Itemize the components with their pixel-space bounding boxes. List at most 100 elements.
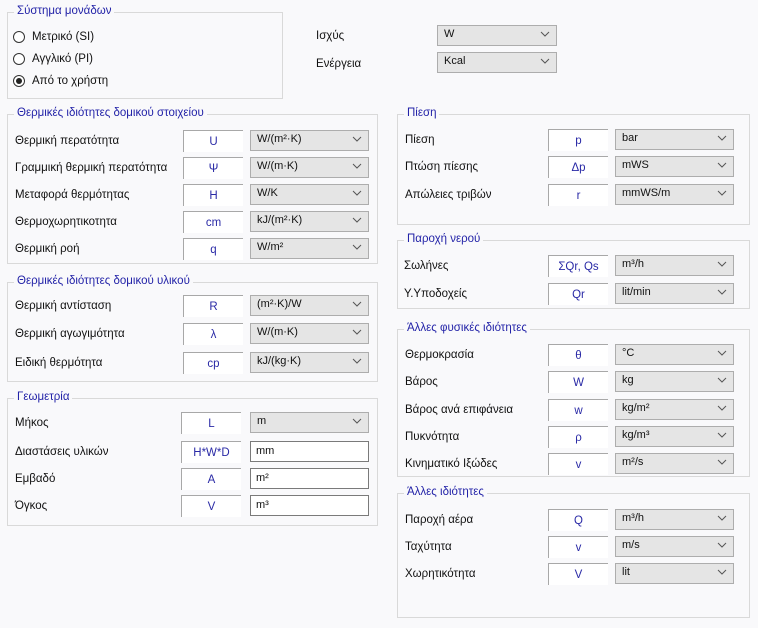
unit-value: kg/m³ — [622, 429, 650, 441]
chevron-down-icon — [717, 432, 727, 438]
unit-value: W/(m·K) — [257, 160, 298, 172]
unit-select[interactable]: m³/h — [615, 509, 734, 530]
unit-value: mm — [256, 445, 275, 457]
chevron-down-icon — [717, 542, 727, 548]
group-title: Πίεση — [404, 107, 440, 119]
energy-unit-select[interactable]: Kcal — [437, 52, 557, 73]
unit-value: W/(m·K) — [257, 326, 298, 338]
symbol-field: H*W*D — [181, 441, 241, 463]
unit-select[interactable]: W/m² — [250, 238, 369, 259]
symbol-field: R — [183, 295, 243, 317]
field-label: Διαστάσεις υλικών — [15, 446, 109, 458]
field-label: Πίεση — [405, 134, 435, 146]
unit-select[interactable]: bar — [615, 129, 734, 150]
unit-select[interactable]: kg/m² — [615, 399, 734, 420]
unit-value: W/(m²·K) — [257, 133, 302, 145]
unit-value: lit/min — [622, 286, 651, 298]
field-label: Ταχύτητα — [405, 541, 452, 553]
symbol-field: U — [183, 130, 243, 152]
unit-select[interactable]: (m²·K)/W — [250, 295, 369, 316]
unit-value: kJ/(kg·K) — [257, 355, 301, 367]
unit-select[interactable]: W/(m·K) — [250, 323, 369, 344]
unit-select[interactable]: mWS — [615, 156, 734, 177]
field-label: Απώλειες τριβών — [405, 189, 492, 201]
field-label: Όγκος — [15, 500, 48, 512]
chevron-down-icon — [717, 135, 727, 141]
field-label: Παροχή αέρα — [405, 514, 474, 526]
unit-textbox[interactable]: m² — [250, 468, 369, 489]
field-label: Πυκνότητα — [405, 431, 460, 443]
unit-select[interactable]: m³/h — [615, 255, 734, 276]
radio-label: Από το χρήστη — [32, 75, 109, 87]
power-label: Ισχύς — [316, 30, 345, 42]
field-label: Βάρος ανά επιφάνεια — [405, 404, 514, 416]
unit-value: bar — [622, 132, 638, 144]
symbol-field: A — [181, 468, 241, 490]
field-label: Υ.Υποδοχείς — [404, 288, 467, 300]
unit-select[interactable]: lit — [615, 563, 734, 584]
group-title: Θερμικές ιδιότητες δομικού στοιχείου — [14, 107, 207, 119]
unit-select[interactable]: kJ/(m²·K) — [250, 211, 369, 232]
radio-circle-icon[interactable] — [13, 75, 25, 87]
unit-value: m³ — [256, 499, 269, 511]
field-label: Σωλήνες — [404, 260, 449, 272]
field-label: Εμβαδό — [15, 473, 56, 485]
group-title: Γεωμετρία — [14, 391, 73, 403]
group-title: Άλλες φυσικές ιδιότητες — [404, 322, 530, 334]
symbol-field: Ψ — [183, 157, 243, 179]
energy-unit-value: Kcal — [444, 55, 466, 67]
field-label: Μεταφορά θερμότητας — [15, 189, 130, 201]
symbol-field: p — [548, 129, 608, 151]
unit-select[interactable]: °C — [615, 344, 734, 365]
symbol-field: V — [181, 495, 241, 517]
power-unit-select[interactable]: W — [437, 25, 557, 46]
chevron-down-icon — [352, 329, 362, 335]
radio-option[interactable]: Μετρικό (SI) — [13, 31, 94, 43]
chevron-down-icon — [352, 418, 362, 424]
symbol-field: q — [183, 238, 243, 260]
unit-select[interactable]: mmWS/m — [615, 184, 734, 205]
radio-option[interactable]: Αγγλικό (PI) — [13, 53, 93, 65]
chevron-down-icon — [352, 163, 362, 169]
unit-value: kg — [622, 374, 634, 386]
unit-select[interactable]: lit/min — [615, 283, 734, 304]
unit-select[interactable]: kJ/(kg·K) — [250, 352, 369, 373]
chevron-down-icon — [352, 190, 362, 196]
symbol-field: θ — [548, 344, 608, 366]
radio-circle-icon[interactable] — [13, 53, 25, 65]
field-label: Γραμμική θερμική περατότητα — [15, 162, 168, 174]
symbol-field: cm — [183, 211, 243, 233]
symbol-field: Δp — [548, 156, 608, 178]
chevron-down-icon — [717, 515, 727, 521]
unit-select[interactable]: m²/s — [615, 453, 734, 474]
unit-value: mmWS/m — [622, 187, 671, 199]
unit-select[interactable]: m — [250, 412, 369, 433]
chevron-down-icon — [352, 301, 362, 307]
chevron-down-icon — [717, 377, 727, 383]
chevron-down-icon — [717, 405, 727, 411]
symbol-field: V — [548, 563, 608, 585]
unit-value: m/s — [622, 539, 640, 551]
unit-select[interactable]: kg/m³ — [615, 426, 734, 447]
power-unit-value: W — [444, 28, 455, 40]
unit-select[interactable]: W/(m²·K) — [250, 130, 369, 151]
chevron-down-icon — [352, 358, 362, 364]
symbol-field: cp — [183, 352, 243, 374]
field-label: Ειδική θερμότητα — [15, 357, 103, 369]
field-label: Θερμική περατότητα — [15, 135, 120, 147]
radio-option[interactable]: Από το χρήστη — [13, 75, 108, 87]
unit-select[interactable]: m/s — [615, 536, 734, 557]
radio-circle-icon[interactable] — [13, 31, 25, 43]
radio-label: Μετρικό (SI) — [32, 31, 95, 43]
unit-textbox[interactable]: m³ — [250, 495, 369, 516]
symbol-field: v — [548, 453, 608, 475]
unit-value: m³/h — [622, 258, 644, 270]
chevron-down-icon — [352, 217, 362, 223]
symbol-field: λ — [183, 323, 243, 345]
unit-textbox[interactable]: mm — [250, 441, 369, 462]
unit-select[interactable]: kg — [615, 371, 734, 392]
unit-select[interactable]: W/K — [250, 184, 369, 205]
unit-select[interactable]: W/(m·K) — [250, 157, 369, 178]
energy-label: Ενέργεια — [316, 58, 362, 70]
unit-value: W/K — [257, 187, 278, 199]
